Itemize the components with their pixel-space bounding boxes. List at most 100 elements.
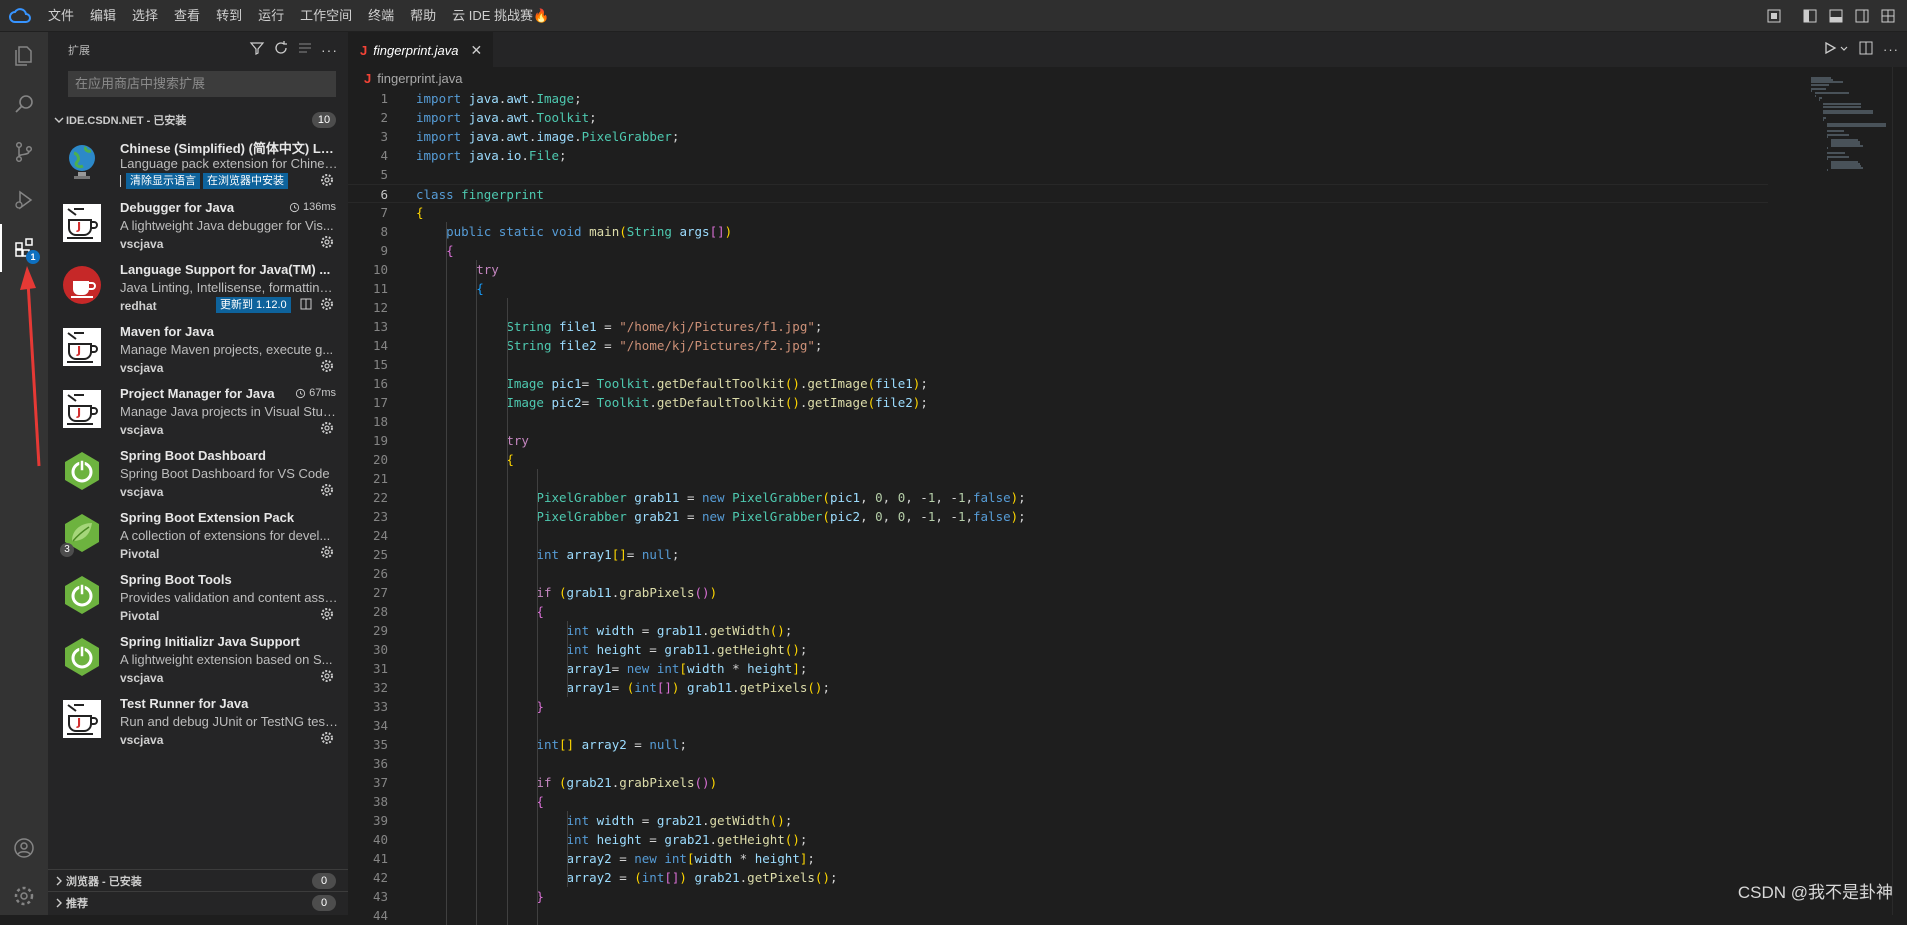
- breadcrumb-file[interactable]: fingerprint.java: [377, 71, 462, 86]
- code-line[interactable]: 35 int[] array2 = null;: [348, 735, 1768, 754]
- extension-action-button[interactable]: 在浏览器中安装: [203, 173, 288, 189]
- toggle-panel-icon[interactable]: [1825, 5, 1847, 27]
- code-line[interactable]: 24: [348, 526, 1768, 545]
- minimap[interactable]: [1807, 67, 1907, 915]
- breadcrumb[interactable]: J fingerprint.java: [348, 67, 1907, 89]
- code-line[interactable]: 15: [348, 355, 1768, 374]
- refresh-icon[interactable]: [273, 40, 289, 59]
- code-line[interactable]: 19 try: [348, 431, 1768, 450]
- extension-item[interactable]: J Project Manager for Java Manage Java pro…: [48, 381, 348, 443]
- code-line[interactable]: 39 int width = grab21.getWidth();: [348, 811, 1768, 830]
- compare-icon[interactable]: [300, 298, 312, 313]
- extension-item[interactable]: Spring Initializr Java Support A lightwei…: [48, 629, 348, 691]
- run-icon[interactable]: [1823, 41, 1837, 58]
- code-line[interactable]: 40 int height = grab21.getHeight();: [348, 830, 1768, 849]
- menu-item-1[interactable]: 编辑: [82, 0, 124, 32]
- menu-item-4[interactable]: 转到: [208, 0, 250, 32]
- extension-item[interactable]: J Debugger for Java A lightweight Java deb…: [48, 195, 348, 257]
- extension-item[interactable]: Chinese (Simplified) (简体中文) La... Languag…: [48, 133, 348, 195]
- extension-item[interactable]: Spring Boot Tools Provides validation and…: [48, 567, 348, 629]
- code-line[interactable]: 20 {: [348, 450, 1768, 469]
- installed-section-header[interactable]: IDE.CSDN.NET - 已安装 10: [48, 109, 348, 131]
- code-line[interactable]: 27 if (grab11.grabPixels()): [348, 583, 1768, 602]
- more-actions-icon[interactable]: ···: [321, 42, 338, 58]
- menu-item-2[interactable]: 选择: [124, 0, 166, 32]
- code-line[interactable]: 25 int array1[]= null;: [348, 545, 1768, 564]
- code-line[interactable]: 33 }: [348, 697, 1768, 716]
- gear-icon[interactable]: [320, 545, 334, 562]
- code-line[interactable]: 36: [348, 754, 1768, 773]
- code-line[interactable]: 4 import java.io.File;: [348, 146, 1768, 165]
- toggle-sidebar-icon[interactable]: [1799, 5, 1821, 27]
- manage-gear-icon[interactable]: [0, 872, 48, 920]
- menu-item-7[interactable]: 终端: [360, 0, 402, 32]
- code-line[interactable]: 8 public static void main(String args[]): [348, 222, 1768, 241]
- code-line[interactable]: 21: [348, 469, 1768, 488]
- layout-grid-icon[interactable]: [1877, 5, 1899, 27]
- gear-icon[interactable]: [320, 297, 334, 314]
- split-editor-icon[interactable]: [1859, 41, 1873, 58]
- recommended-section-header[interactable]: 推荐 0: [48, 891, 348, 913]
- extension-publisher[interactable]: Pivotal: [120, 547, 159, 561]
- extension-publisher[interactable]: Pivotal: [120, 609, 159, 623]
- code-line[interactable]: 28 {: [348, 602, 1768, 621]
- tab-fingerprint-java[interactable]: J fingerprint.java ✕: [348, 32, 493, 67]
- extension-publisher[interactable]: vscjava: [120, 671, 163, 685]
- extension-publisher[interactable]: vscjava: [120, 733, 163, 747]
- toggle-secondary-sidebar-icon[interactable]: [1851, 5, 1873, 27]
- code-line[interactable]: 43 }: [348, 887, 1768, 906]
- extension-item[interactable]: J Test Runner for Java Run and debug JUnit…: [48, 691, 348, 753]
- filter-icon[interactable]: [249, 40, 265, 59]
- code-line[interactable]: 11 {: [348, 279, 1768, 298]
- chevron-down-icon[interactable]: [1839, 42, 1849, 57]
- gear-icon[interactable]: [320, 421, 334, 438]
- code-line[interactable]: 7{: [348, 203, 1768, 222]
- code-line[interactable]: 32 array1= (int[]) grab11.getPixels();: [348, 678, 1768, 697]
- code-line[interactable]: 17 Image pic2= Toolkit.getDefaultToolkit…: [348, 393, 1768, 412]
- gear-icon[interactable]: [320, 359, 334, 376]
- extension-item[interactable]: 3 Spring Boot Extension Pack A collection …: [48, 505, 348, 567]
- more-actions-icon[interactable]: ···: [1883, 42, 1899, 57]
- extension-action-button[interactable]: 清除显示语言: [126, 173, 200, 189]
- code-line[interactable]: 14 String file2 = "/home/kj/Pictures/f2.…: [348, 336, 1768, 355]
- code-editor[interactable]: 1 import java.awt.Image; 2 import java.awt.…: [348, 89, 1768, 925]
- code-line[interactable]: 16 Image pic1= Toolkit.getDefaultToolkit…: [348, 374, 1768, 393]
- code-line[interactable]: 37 if (grab21.grabPixels()): [348, 773, 1768, 792]
- extension-item[interactable]: J Maven for Java Manage Maven projects, ex…: [48, 319, 348, 381]
- menu-item-8[interactable]: 帮助: [402, 0, 444, 32]
- extension-search-input[interactable]: 在应用商店中搜索扩展: [68, 71, 336, 97]
- browser-section-header[interactable]: 浏览器 - 已安装 0: [48, 869, 348, 891]
- code-line[interactable]: 5: [348, 165, 1768, 184]
- extension-item[interactable]: Language Support for Java(TM) ... Java Li…: [48, 257, 348, 319]
- gear-icon[interactable]: [320, 607, 334, 624]
- extension-publisher[interactable]: vscjava: [120, 423, 163, 437]
- code-line[interactable]: 38 {: [348, 792, 1768, 811]
- code-line[interactable]: 10 try: [348, 260, 1768, 279]
- clear-results-icon[interactable]: [297, 40, 313, 59]
- customize-layout-icon[interactable]: [1763, 5, 1785, 27]
- code-line[interactable]: 42 array2 = (int[]) grab21.getPixels();: [348, 868, 1768, 887]
- extension-publisher[interactable]: redhat: [120, 299, 157, 313]
- code-line[interactable]: 6 class fingerprint: [348, 184, 1768, 203]
- account-icon[interactable]: [0, 824, 48, 872]
- code-line[interactable]: 41 array2 = new int[width * height];: [348, 849, 1768, 868]
- extension-publisher[interactable]: vscjava: [120, 485, 163, 499]
- gear-icon[interactable]: [320, 173, 334, 190]
- gear-icon[interactable]: [320, 731, 334, 748]
- code-line[interactable]: 34: [348, 716, 1768, 735]
- gear-icon[interactable]: [320, 235, 334, 252]
- extension-publisher[interactable]: vscjava: [120, 361, 163, 375]
- code-line[interactable]: 30 int height = grab11.getHeight();: [348, 640, 1768, 659]
- code-line[interactable]: 22 PixelGrabber grab11 = new PixelGrabbe…: [348, 488, 1768, 507]
- code-line[interactable]: 29 int width = grab11.getWidth();: [348, 621, 1768, 640]
- menu-item-9[interactable]: 云 IDE 挑战赛🔥: [444, 0, 557, 32]
- update-button[interactable]: 更新到 1.12.0: [216, 297, 291, 313]
- code-line[interactable]: 3 import java.awt.image.PixelGrabber;: [348, 127, 1768, 146]
- code-line[interactable]: 9 {: [348, 241, 1768, 260]
- menu-item-5[interactable]: 运行: [250, 0, 292, 32]
- close-icon[interactable]: ✕: [471, 42, 483, 59]
- code-line[interactable]: 44: [348, 906, 1768, 925]
- code-line[interactable]: 2 import java.awt.Toolkit;: [348, 108, 1768, 127]
- gear-icon[interactable]: [320, 483, 334, 500]
- code-line[interactable]: 1 import java.awt.Image;: [348, 89, 1768, 108]
